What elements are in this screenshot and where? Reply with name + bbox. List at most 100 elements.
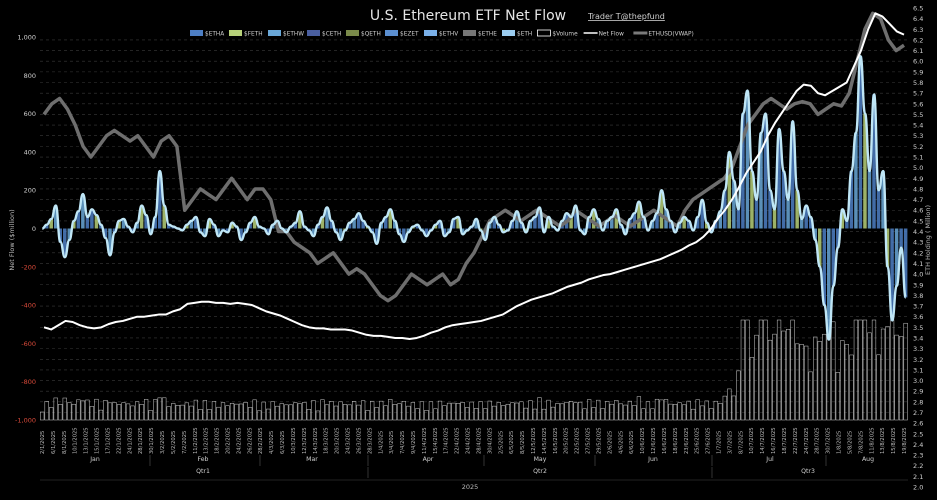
volume-bar xyxy=(596,399,601,421)
date-tick-label: 4/6/2025 xyxy=(618,431,624,454)
left-tick-label: 800 xyxy=(24,72,36,80)
date-tick-label: 30/1/2025 xyxy=(149,427,155,454)
right-tick-label: 5.0 xyxy=(913,164,923,172)
date-tick-label: 3/4/2025 xyxy=(389,431,395,454)
date-tick-label: 11/2/2025 xyxy=(193,427,199,454)
legend-label: $ETH xyxy=(517,32,532,38)
right-tick-label: 4.6 xyxy=(913,207,923,215)
date-tick-label: 10/3/2025 xyxy=(291,427,297,454)
right-tick-label: 3.5 xyxy=(913,324,923,332)
legend-swatch xyxy=(463,30,476,36)
date-tick-label: 7/8/2025 xyxy=(858,431,864,454)
right-tick-label: 4.4 xyxy=(913,228,923,236)
volume-bar xyxy=(279,403,284,421)
volume-bar xyxy=(401,401,406,421)
volume-bar xyxy=(49,407,54,421)
volume-bar xyxy=(510,402,515,421)
date-tick-label: 19/8/2025 xyxy=(902,427,908,454)
legend-swatch xyxy=(502,30,515,36)
legend-label: $ETHA xyxy=(205,32,224,38)
right-tick-label: 5.6 xyxy=(913,100,923,108)
date-tick-label: 12/3/2025 xyxy=(302,427,308,454)
date-tick-label: 30/7/2025 xyxy=(826,427,832,454)
date-tick-label: 24/4/2025 xyxy=(466,427,472,454)
volume-bar xyxy=(40,411,45,421)
volume-bar xyxy=(202,400,208,421)
right-tick-label: 3.9 xyxy=(913,281,923,289)
date-tick-label: 29/5/2025 xyxy=(596,427,602,454)
volume-bar xyxy=(894,334,899,421)
volume-bar xyxy=(266,408,271,421)
volume-bar xyxy=(523,407,529,421)
holding-line xyxy=(43,12,905,341)
volume-bar xyxy=(392,404,397,421)
volume-bar xyxy=(198,409,203,421)
volume-bar xyxy=(618,403,623,421)
left-tick-label: 400 xyxy=(24,148,36,156)
volume-bar xyxy=(76,399,81,421)
date-tick-label: 13/1/2025 xyxy=(84,427,90,454)
date-tick-label: 23/6/2025 xyxy=(684,427,690,454)
right-tick-label: 6.1 xyxy=(913,47,923,55)
left-tick-label: -800 xyxy=(21,378,36,386)
volume-bar xyxy=(614,400,619,421)
volume-bar xyxy=(537,397,542,421)
right-tick-label: 5.5 xyxy=(913,111,923,119)
volume-bar xyxy=(361,400,366,421)
right-tick-label: 5.4 xyxy=(913,122,923,130)
legend-label: Net Flow xyxy=(599,32,625,38)
volume-bar xyxy=(600,408,605,421)
volume-bar xyxy=(397,403,402,421)
right-tick-label: 2.3 xyxy=(913,452,923,460)
volume-bar xyxy=(700,405,705,421)
volume-bar xyxy=(483,408,488,421)
volume-bar xyxy=(695,399,700,421)
volume-bar xyxy=(627,400,632,421)
volume-bar xyxy=(650,408,655,421)
volume-bar xyxy=(754,334,759,421)
right-tick-label: 4.0 xyxy=(913,271,923,279)
legend-label: $Volume xyxy=(552,32,578,38)
right-tick-label: 6.2 xyxy=(913,36,923,44)
right-tick-label: 6.0 xyxy=(913,58,923,66)
volume-bar xyxy=(424,410,429,421)
volume-bar xyxy=(564,401,569,421)
volume-bar xyxy=(686,400,691,421)
flow-bar xyxy=(876,190,881,229)
volume-bar xyxy=(320,399,325,421)
date-tick-label: 1/8/2025 xyxy=(837,431,843,454)
volume-bar xyxy=(822,333,827,421)
date-tick-label: 24/3/2025 xyxy=(346,427,352,454)
volume-bar xyxy=(867,332,872,421)
date-tick-label: 15/1/2025 xyxy=(95,427,101,454)
volume-bar xyxy=(672,404,678,421)
date-tick-label: 28/7/2025 xyxy=(815,427,821,454)
date-tick-label: 8/5/2025 xyxy=(520,431,526,454)
volume-bar xyxy=(306,409,312,421)
volume-bar xyxy=(216,406,221,421)
date-tick-label: 2/6/2025 xyxy=(607,431,613,454)
date-tick-label: 18/3/2025 xyxy=(324,427,330,454)
date-tick-label: 13/8/2025 xyxy=(880,427,886,454)
chart-subtitle: Trader T@thepfund xyxy=(587,12,665,21)
volume-bar xyxy=(234,403,239,421)
volume-bar xyxy=(153,399,158,421)
date-tick-label: 6/6/2025 xyxy=(629,431,635,454)
date-tick-label: 26/3/2025 xyxy=(356,427,362,454)
date-tick-label: 8/1/2025 xyxy=(62,431,68,454)
month-label: Jan xyxy=(89,456,100,463)
volume-bar xyxy=(89,406,95,421)
volume-bar xyxy=(311,400,316,421)
date-tick-label: 22/1/2025 xyxy=(116,427,122,454)
date-tick-label: 13/2/2025 xyxy=(204,427,210,454)
date-tick-label: 24/7/2025 xyxy=(804,427,810,454)
date-tick-label: 14/7/2025 xyxy=(760,427,766,454)
date-tick-label: 5/2/2025 xyxy=(171,431,177,454)
volume-bar xyxy=(107,402,113,421)
right-tick-label: 4.9 xyxy=(913,175,923,183)
volume-bar xyxy=(591,407,596,421)
volume-bar xyxy=(474,408,479,421)
volume-bar xyxy=(225,405,230,421)
volume-bar xyxy=(243,402,248,421)
volume-bar xyxy=(582,408,587,421)
